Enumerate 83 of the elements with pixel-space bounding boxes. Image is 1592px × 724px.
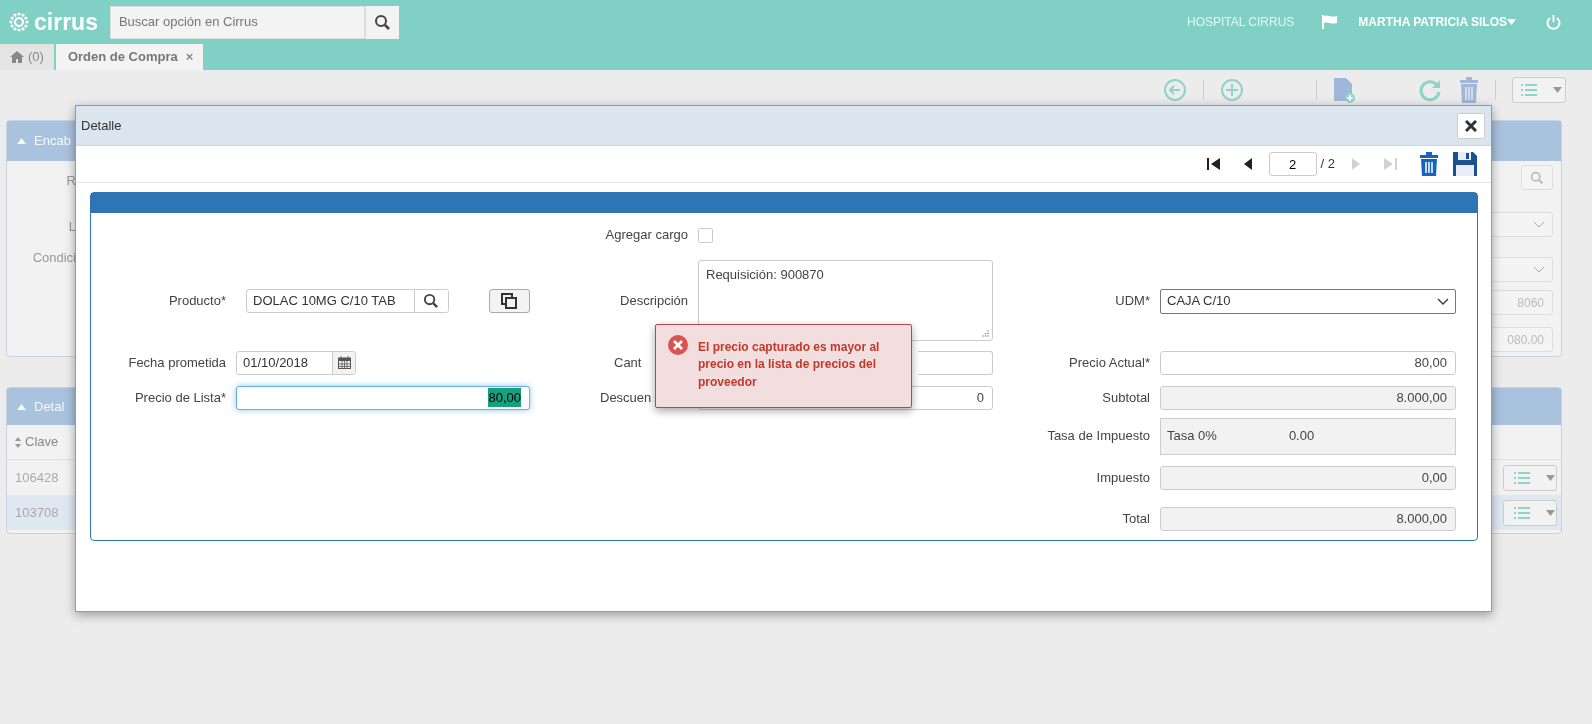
input-field[interactable]: 0,00 — [1160, 466, 1456, 490]
resize-grip-icon — [982, 330, 989, 337]
input-field: 080.00 — [1491, 327, 1553, 352]
search-icon — [373, 13, 391, 31]
copy-button[interactable] — [488, 289, 530, 313]
calendar-icon — [337, 356, 351, 369]
search-icon — [1530, 170, 1544, 185]
first-page-icon — [1206, 157, 1221, 171]
chevron-icon — [1534, 221, 1544, 228]
collapse-icon — [17, 403, 26, 410]
logo-icon — [8, 11, 30, 33]
field-label: Producto* — [167, 292, 226, 311]
field-label: Agregar cargo — [604, 226, 688, 245]
field-label: Total — [1121, 510, 1150, 529]
list-menu-button[interactable] — [1503, 499, 1557, 526]
close-icon — [1465, 119, 1477, 132]
dialog-title: Detalle — [81, 116, 122, 135]
error-icon — [668, 335, 688, 355]
input-field[interactable]: 80,00 — [236, 385, 530, 410]
input-field[interactable] — [918, 350, 993, 375]
panel-title: Detal — [34, 397, 65, 416]
add-icon[interactable] — [1220, 78, 1244, 102]
select-field[interactable]: CAJA C/10 — [1160, 288, 1456, 314]
table-cell-text: 103708 — [14, 503, 59, 522]
input-field[interactable]: 80,00 — [1160, 350, 1456, 375]
field-label: Condici — [31, 249, 76, 267]
input-field[interactable]: 8.000,00 — [1160, 385, 1456, 410]
chevron-icon — [1534, 266, 1544, 273]
field-label: R — [65, 172, 76, 190]
tax-rate-name: Tasa 0% — [1167, 427, 1217, 446]
caret-icon — [1546, 509, 1555, 516]
field-label: Tasa de Impuesto — [1046, 427, 1150, 446]
close-button[interactable] — [1457, 112, 1485, 139]
list-menu-button[interactable] — [1503, 464, 1557, 491]
field-label: Fecha prometida — [127, 353, 226, 372]
field-label: Precio Actual* — [1068, 353, 1150, 372]
new-document-icon[interactable] — [1333, 77, 1355, 103]
last-page-icon — [1383, 157, 1397, 171]
list-icon — [1514, 471, 1530, 484]
field-label: Subtotal — [1101, 388, 1150, 407]
caret-icon — [1546, 474, 1555, 481]
field-label: UDM* — [1114, 292, 1150, 311]
error-message: El precio capturado es mayor al precio en la lista de precios del proveedor — [698, 339, 881, 391]
search-button[interactable] — [364, 5, 399, 39]
search-field[interactable]: Buscar opción en Cirrus — [110, 6, 364, 38]
power-icon[interactable] — [1546, 14, 1561, 30]
list-icon — [1521, 84, 1537, 96]
field-label: Precio de Lista* — [133, 388, 226, 407]
sort-icon — [15, 436, 21, 448]
logo: cirrus — [34, 10, 98, 34]
collapse-icon — [17, 138, 26, 144]
list-icon — [1514, 506, 1530, 519]
input-field[interactable]: 8.000,00 — [1160, 507, 1456, 531]
delete-icon[interactable] — [1419, 152, 1439, 176]
checkbox[interactable] — [698, 227, 713, 243]
caret-icon — [1553, 87, 1562, 93]
field-label: Descripción — [619, 292, 688, 311]
save-icon[interactable] — [1453, 152, 1477, 176]
select-field[interactable] — [1491, 212, 1553, 237]
chevron-icon — [1437, 297, 1449, 305]
caret-icon — [1507, 19, 1516, 25]
page-field[interactable]: 2 — [1268, 152, 1317, 176]
table-cell-text: 106428 — [14, 468, 59, 487]
tax-rate-value: 0.00 — [1288, 427, 1315, 446]
field-label: Cant — [613, 353, 643, 372]
back-icon[interactable] — [1163, 78, 1187, 102]
search-icon — [423, 293, 440, 309]
copy-icon — [501, 293, 518, 309]
list-menu-button[interactable] — [1512, 77, 1566, 103]
product-field[interactable]: DOLAC 10MG C/10 TAB — [246, 289, 449, 313]
panel-title: Encab — [34, 132, 71, 151]
organization-name: HOSPITAL CIRRUS — [1186, 14, 1295, 31]
flag-icon[interactable] — [1322, 15, 1339, 29]
select-field[interactable] — [1491, 257, 1553, 282]
field-label: Descuen — [599, 388, 653, 407]
trash-icon[interactable] — [1459, 77, 1479, 103]
tab[interactable]: Orden de Compra × — [55, 44, 204, 70]
field-label: Impuesto — [1095, 469, 1150, 488]
refresh-icon[interactable] — [1417, 77, 1443, 103]
input-field: 8060 — [1491, 290, 1553, 315]
home-icon — [10, 51, 24, 63]
date-field[interactable]: 01/10/2018 — [236, 350, 356, 375]
page-count: / 2 — [1320, 155, 1335, 174]
